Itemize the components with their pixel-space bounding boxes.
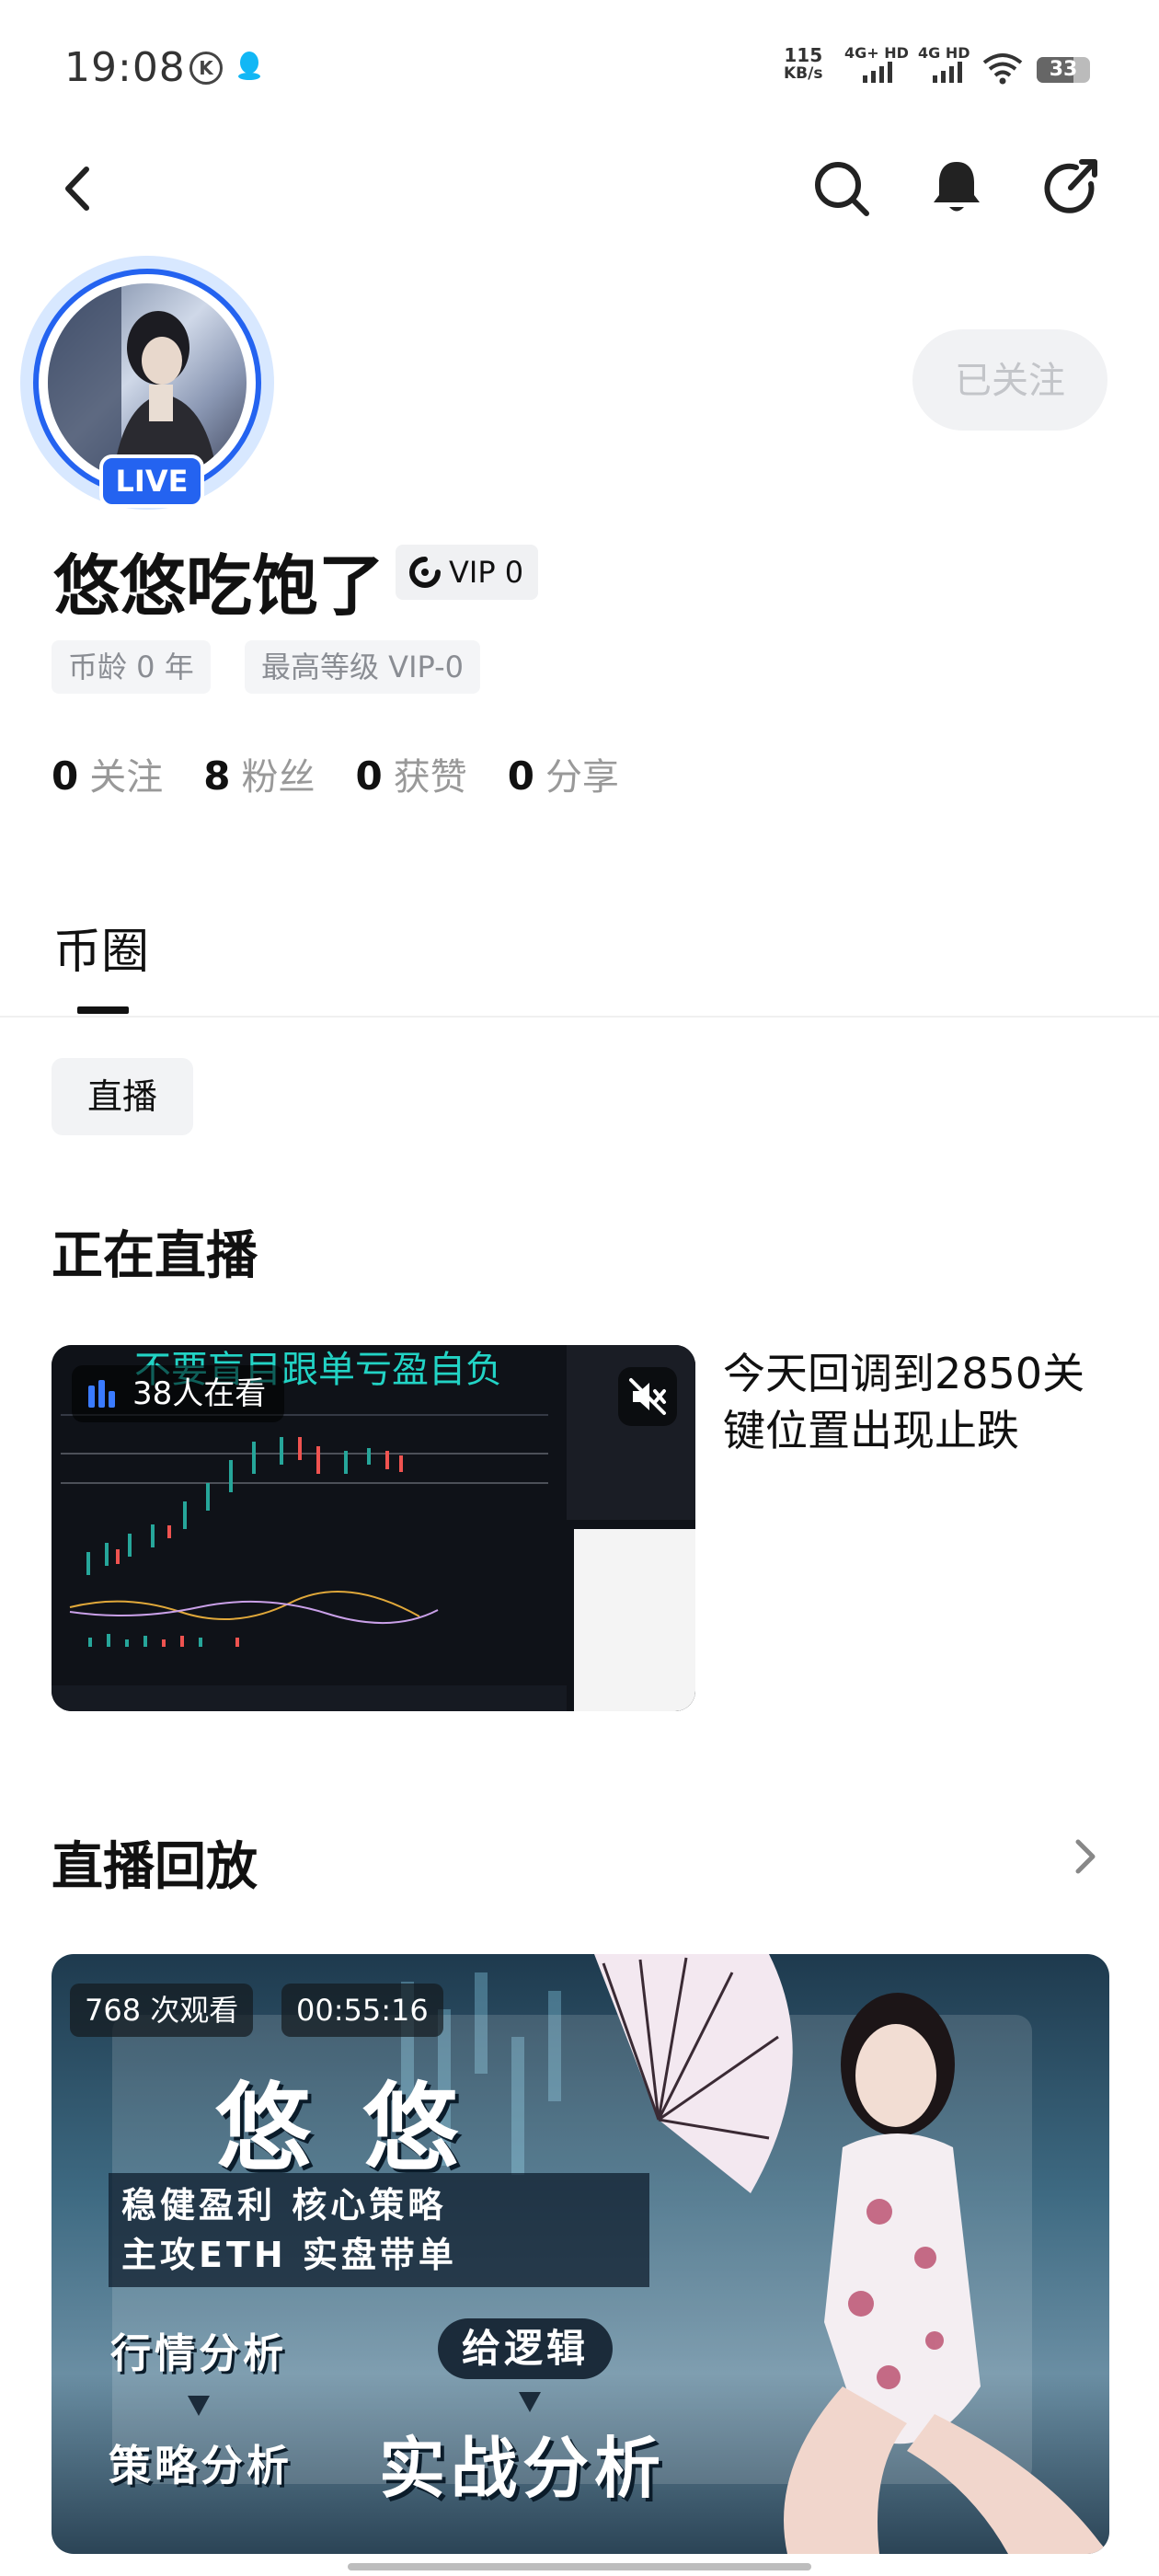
arrow-down-icon bbox=[519, 2392, 541, 2412]
mute-button[interactable] bbox=[618, 1367, 677, 1426]
qq-icon bbox=[238, 52, 260, 80]
live-stream-title[interactable]: 今天回调到2850关键位置出现止跌 bbox=[723, 1345, 1119, 1459]
stat-following[interactable]: 0 关注 bbox=[52, 747, 163, 800]
replay-video-card[interactable]: 768 次观看 00:55:16 悠 悠 稳健盈利 核心策略 主攻ETH 实盘带… bbox=[52, 1954, 1109, 2554]
viewer-count: 38人在看 bbox=[132, 1375, 267, 1412]
followed-button[interactable]: 已关注 bbox=[912, 329, 1107, 431]
signal-2: 4G HD bbox=[918, 46, 973, 83]
tab-coin-circle[interactable]: 币圈 bbox=[53, 913, 149, 982]
viewer-count-badge: 38人在看 bbox=[72, 1365, 285, 1422]
profile-stats: 0 关注 8 粉丝 0 获赞 0 分享 bbox=[52, 747, 660, 800]
poster-line-2: 主攻ETH 实盘带单 bbox=[121, 2235, 457, 2275]
vip-ring-icon bbox=[409, 557, 441, 588]
stat-fans[interactable]: 8 粉丝 bbox=[203, 747, 315, 800]
network-speed: 115 KB/s bbox=[784, 44, 823, 83]
poster-headline: 悠 悠 bbox=[215, 2072, 468, 2184]
avatar-photo bbox=[48, 283, 218, 482]
live-badge[interactable]: LIVE bbox=[99, 454, 204, 508]
filter-chip-live[interactable]: 直播 bbox=[52, 1058, 193, 1135]
tag-max-level: 最高等级 VIP-0 bbox=[245, 640, 481, 694]
section-title-replay: 直播回放 bbox=[52, 1837, 258, 1897]
vip-badge[interactable]: VIP 0 bbox=[396, 545, 539, 600]
home-indicator[interactable] bbox=[348, 2563, 811, 2570]
profile-name: 悠悠吃饱了 bbox=[53, 547, 385, 625]
share-icon[interactable] bbox=[1039, 156, 1104, 221]
poster-tag-4: 实战分析 bbox=[379, 2430, 667, 2507]
poster-tag-2: 给逻辑 bbox=[438, 2318, 614, 2379]
poster-tag-1: 行情分析 bbox=[110, 2330, 287, 2377]
tag-coin-age: 币龄 0 年 bbox=[52, 640, 211, 694]
status-time: 19:08 bbox=[64, 44, 186, 91]
audio-bars-icon bbox=[88, 1380, 115, 1408]
poster-tag-3: 策略分析 bbox=[109, 2441, 293, 2490]
wifi-icon bbox=[982, 53, 1023, 85]
vip-label: VIP 0 bbox=[449, 555, 524, 590]
section-title-live: 正在直播 bbox=[52, 1226, 258, 1286]
speaker-muted-icon bbox=[629, 1378, 666, 1415]
battery-icon: 33 bbox=[1037, 57, 1090, 83]
k-status-icon: K bbox=[189, 52, 223, 85]
tab-divider bbox=[0, 1016, 1159, 1018]
view-count-badge: 768 次观看 bbox=[70, 1984, 254, 2037]
stat-likes[interactable]: 0 获赞 bbox=[355, 747, 466, 800]
tab-active-indicator bbox=[77, 1006, 129, 1014]
duration-badge: 00:55:16 bbox=[281, 1984, 443, 2037]
live-stream-card[interactable]: 不要盲目跟单亏盈自负 38人在看 bbox=[52, 1345, 695, 1711]
poster-line-1: 稳健盈利 核心策略 bbox=[121, 2185, 447, 2225]
back-icon[interactable] bbox=[46, 156, 110, 221]
signal-1: 4G+ HD bbox=[844, 46, 909, 83]
bell-icon[interactable] bbox=[924, 155, 989, 219]
arrow-down-icon bbox=[188, 2396, 210, 2416]
avatar[interactable] bbox=[48, 283, 247, 482]
search-icon[interactable] bbox=[809, 156, 874, 221]
chevron-right-icon[interactable] bbox=[1067, 1834, 1104, 1879]
stat-shares[interactable]: 0 分享 bbox=[508, 747, 619, 800]
